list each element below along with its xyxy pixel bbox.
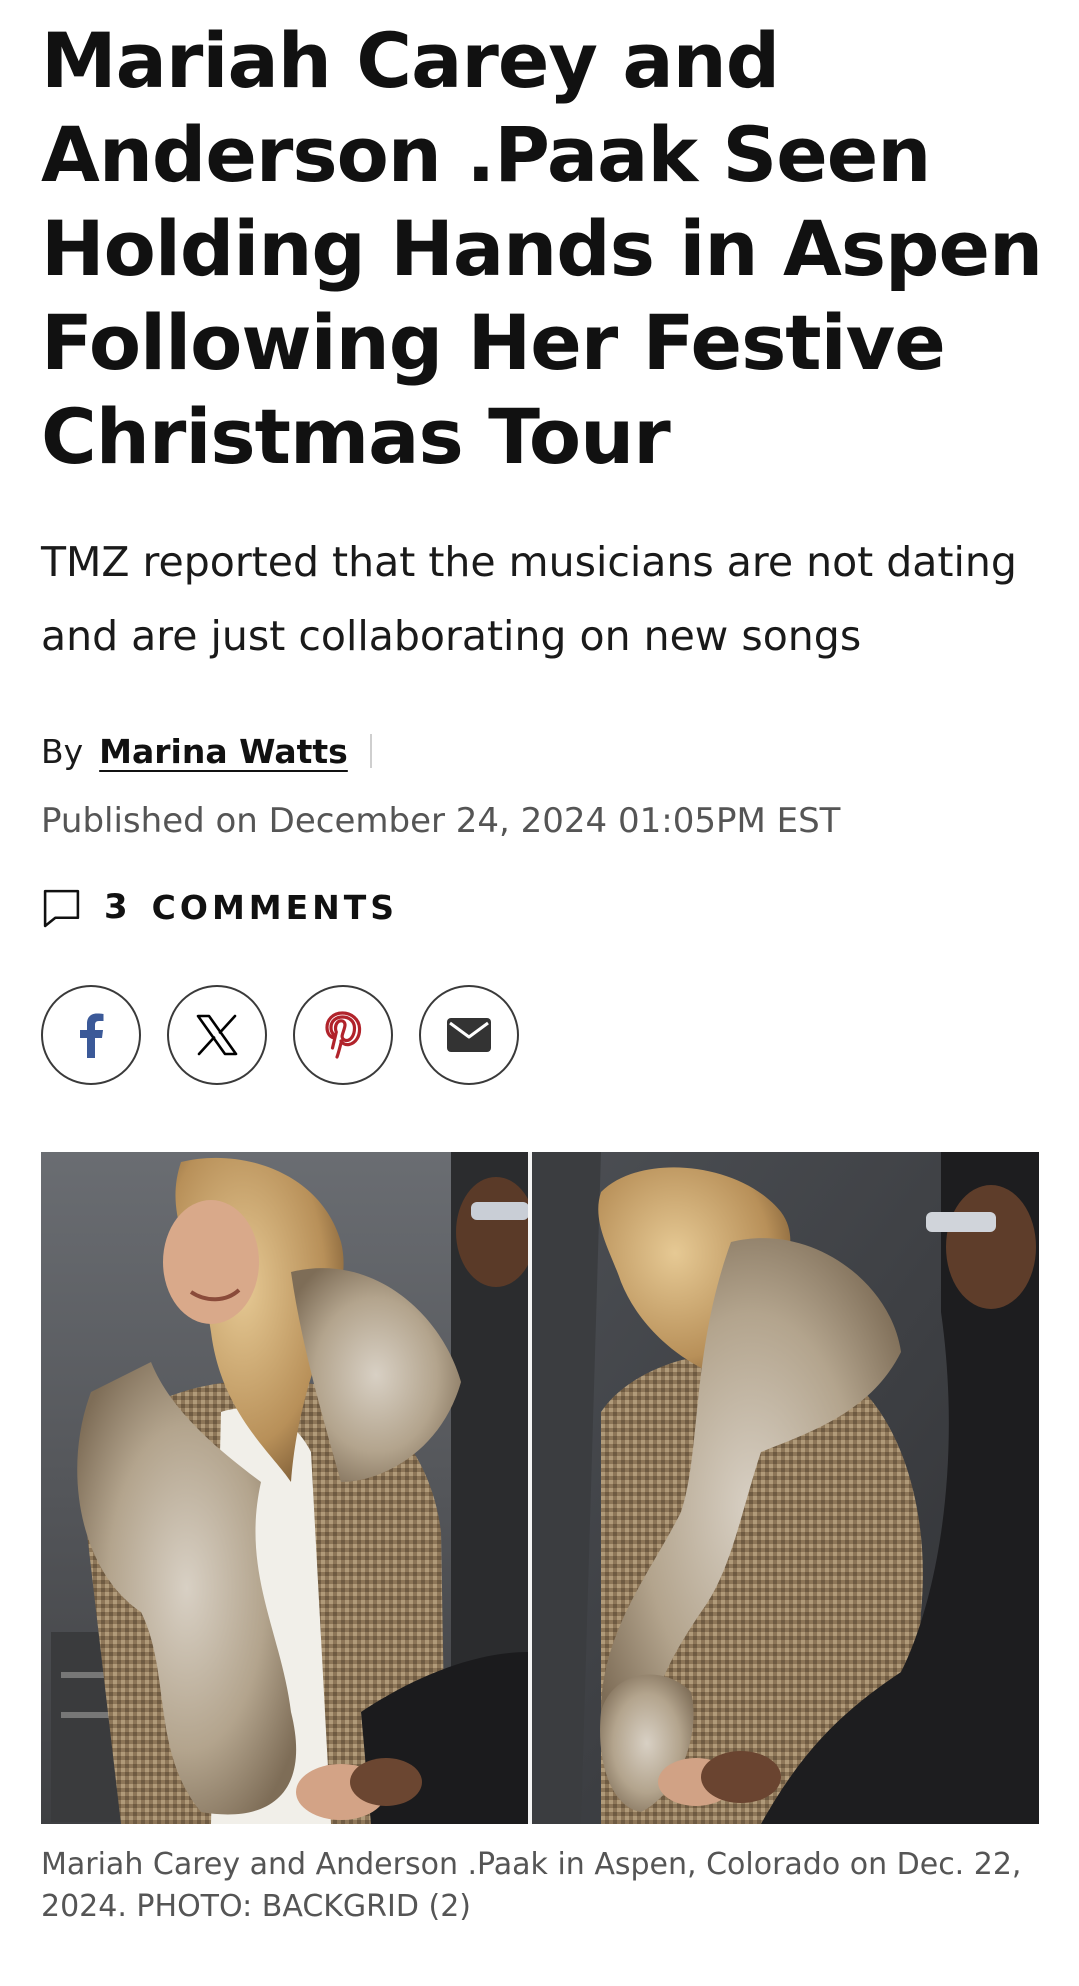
byline-prefix: By (41, 731, 84, 771)
comments-link[interactable]: 3 COMMENTS (41, 883, 398, 931)
share-email-button[interactable] (419, 985, 519, 1085)
facebook-icon (80, 1013, 104, 1058)
pinterest-icon (325, 1011, 362, 1059)
byline-divider (369, 734, 372, 768)
share-facebook-button[interactable] (41, 985, 141, 1085)
share-x-button[interactable] (167, 985, 267, 1085)
article-headline: Mariah Carey and Anderson .Paak Seen Hol… (41, 16, 1043, 481)
byline: By Marina Watts (41, 728, 372, 774)
comments-label: COMMENTS (151, 887, 399, 927)
x-icon (196, 1014, 238, 1056)
share-bar (41, 985, 545, 1085)
publish-date: Published on December 24, 2024 01:05PM E… (41, 801, 841, 841)
comment-icon (43, 889, 80, 927)
article-photo-image (41, 1152, 1039, 1824)
article-dek: TMZ reported that the musicians are not … (41, 538, 1017, 660)
comments-count: 3 (104, 887, 132, 927)
photo-caption: Mariah Carey and Anderson .Paak in Aspen… (41, 1847, 1022, 1924)
email-icon (447, 1018, 491, 1052)
author-link[interactable]: Marina Watts (99, 732, 348, 771)
article-photo (41, 1152, 1039, 1824)
share-pinterest-button[interactable] (293, 985, 393, 1085)
